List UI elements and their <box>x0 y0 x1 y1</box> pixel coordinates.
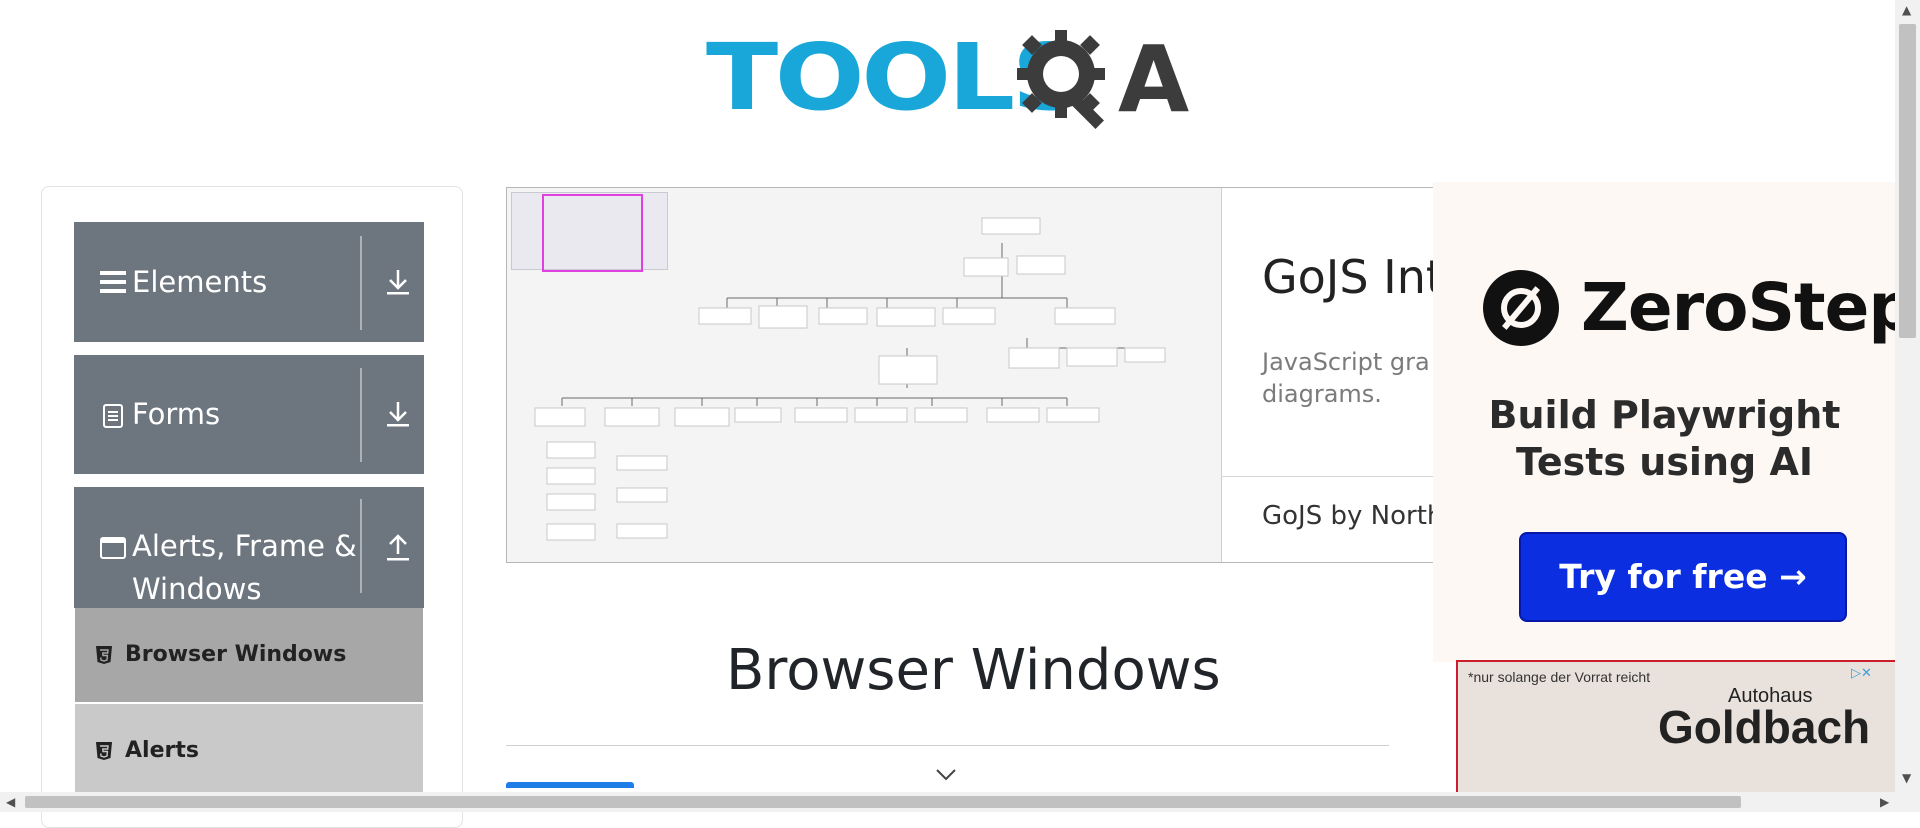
logo-text-a: A <box>1118 26 1190 133</box>
ad-note: *nur solange der Vorrat reicht <box>1468 669 1651 685</box>
sidebar-group-alerts-frame-windows[interactable]: Alerts, Frame & Windows <box>74 487 424 608</box>
scroll-right-arrow-icon[interactable]: ▶ <box>1880 796 1889 808</box>
ad-tagline: Build Playwright Tests using AI <box>1488 393 1841 484</box>
divider <box>360 236 362 330</box>
download-arrow-icon[interactable] <box>385 399 411 429</box>
scroll-down-arrow-icon[interactable]: ▼ <box>1902 772 1911 784</box>
sidebar-item-alerts[interactable]: Alerts <box>75 704 423 796</box>
zerostep-ad[interactable]: ZeroStep Build Playwright Tests using AI… <box>1433 182 1895 662</box>
divider <box>360 499 362 593</box>
horizontal-scrollbar[interactable]: ◀ ▶ <box>0 792 1920 812</box>
sidebar-item-label: Alerts <box>125 738 199 763</box>
try-for-free-button[interactable]: Try for free → <box>1519 532 1847 622</box>
new-tab-button[interactable] <box>506 782 634 788</box>
scrollbar-thumb[interactable] <box>25 796 1741 808</box>
scroll-up-arrow-icon[interactable]: ▲ <box>1902 4 1911 16</box>
ad-brand: ZeroStep <box>1581 269 1895 346</box>
sidebar-group-label: Forms <box>132 397 221 431</box>
vertical-scrollbar[interactable]: ▲ ▼ <box>1895 0 1920 792</box>
ad-footer: GoJS by North <box>1262 501 1444 531</box>
hamburger-icon <box>100 271 126 293</box>
html5-icon <box>96 742 112 760</box>
chevron-down-icon[interactable] <box>935 768 957 782</box>
org-chart-graphic <box>534 217 1166 541</box>
document-icon <box>103 404 123 428</box>
sidebar-group-forms[interactable]: Forms <box>74 355 424 474</box>
page-title: Browser Windows <box>726 638 1221 703</box>
sidebar-group-label: Elements <box>132 265 268 299</box>
ad-brand: Goldbach <box>1658 701 1871 753</box>
adchoices-icon[interactable]: ▷✕ <box>1851 666 1891 682</box>
download-arrow-icon[interactable] <box>385 267 411 297</box>
sidebar-item-browser-windows[interactable]: Browser Windows <box>75 608 423 702</box>
sidebar-group-label-line2: Windows <box>132 572 262 606</box>
zerostep-logo-icon <box>1483 270 1559 346</box>
divider <box>506 745 1389 746</box>
divider <box>360 368 362 462</box>
ad-description: JavaScript gra diagrams. <box>1262 348 1430 408</box>
toolsqa-logo[interactable]: TOOLS A <box>706 22 1196 140</box>
goldbach-ad[interactable]: *nur solange der Vorrat reicht Autohaus … <box>1456 660 1897 794</box>
gear-magnifier-icon <box>1017 30 1105 129</box>
sidebar-group-elements[interactable]: Elements <box>74 222 424 342</box>
ad-title: GoJS Int <box>1262 250 1444 304</box>
scroll-left-arrow-icon[interactable]: ◀ <box>6 796 15 808</box>
sidebar-item-label: Browser Windows <box>125 642 347 667</box>
window-icon <box>100 537 126 559</box>
sidebar-group-label-line1: Alerts, Frame & <box>132 529 357 563</box>
html5-icon <box>96 646 112 664</box>
org-chart-diagram-image <box>507 188 1222 562</box>
upload-arrow-icon[interactable] <box>385 533 411 563</box>
scrollbar-thumb[interactable] <box>1899 24 1916 338</box>
